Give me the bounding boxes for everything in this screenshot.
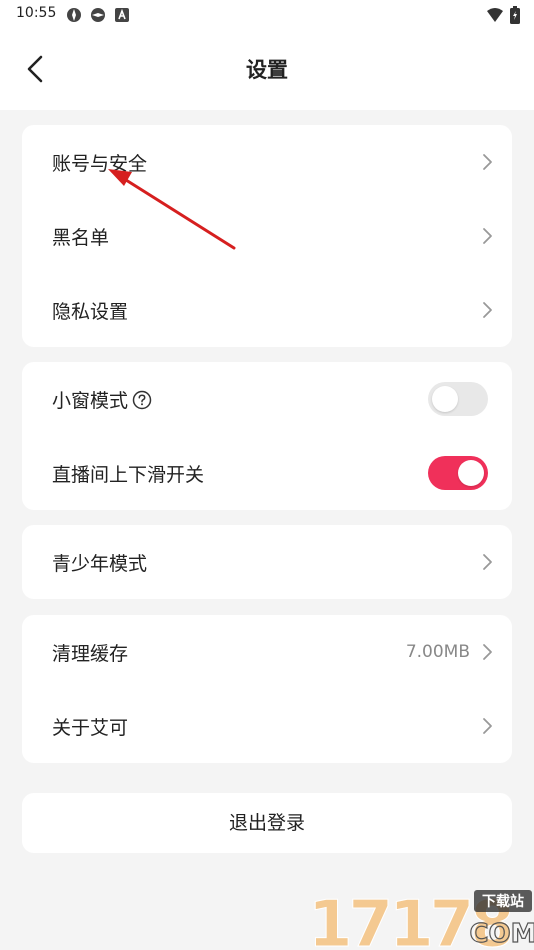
youth-mode-card: 青少年模式 [22,525,512,599]
row-label: 关于艾可 [52,716,129,739]
chevron-right-icon [483,154,492,170]
status-notification-icons [66,7,130,23]
account-security-item[interactable]: 账号与安全 [22,125,512,199]
live-room-swipe-toggle[interactable] [428,456,488,490]
about-item[interactable]: 关于艾可 [22,689,512,763]
page-title: 设置 [246,58,288,82]
navigation-bar: 设置 [0,30,534,110]
mini-window-toggle[interactable] [428,382,488,416]
privacy-settings-item[interactable]: 隐私设置 [22,273,512,347]
app-notification-icon [91,8,105,22]
site-watermark-logo: 17178 下载站 COM [308,888,534,950]
toggle-settings-card: 小窗模式 直播间上下滑开关 [22,362,512,510]
row-label: 小窗模式 [52,386,152,413]
youth-mode-item[interactable]: 青少年模式 [22,525,512,599]
chevron-right-icon [483,644,492,660]
logout-button[interactable]: 退出登录 [22,793,512,853]
chevron-right-icon [483,554,492,570]
misc-settings-card: 清理缓存 7.00MB 关于艾可 [22,615,512,763]
chevron-right-icon [483,228,492,244]
row-label: 青少年模式 [52,552,148,575]
row-label: 隐私设置 [52,300,129,323]
watermark-domain: COM [469,919,534,949]
status-bar: 10:55 [0,0,534,30]
status-system-icons [486,6,520,24]
watermark-tag: 下载站 [482,893,524,910]
blacklist-item[interactable]: 黑名单 [22,199,512,273]
row-label: 黑名单 [52,226,110,249]
chevron-right-icon [483,718,492,734]
help-icon[interactable] [132,390,152,410]
account-settings-card: 账号与安全 黑名单 隐私设置 [22,125,512,347]
toggle-knob [458,460,484,486]
toggle-knob [432,386,458,412]
row-label: 账号与安全 [52,152,148,175]
status-time: 10:55 [16,5,57,21]
chevron-right-icon [483,302,492,318]
app-a-icon [115,8,129,22]
app-notification-icon [67,8,81,22]
cache-size: 7.00MB [405,642,470,662]
mini-window-mode-item: 小窗模式 [22,362,512,436]
battery-icon [510,6,520,24]
live-room-swipe-item: 直播间上下滑开关 [22,436,512,510]
row-label: 清理缓存 [52,642,129,665]
row-label: 直播间上下滑开关 [52,463,205,486]
wifi-icon [487,8,503,22]
clear-cache-item[interactable]: 清理缓存 7.00MB [22,615,512,689]
